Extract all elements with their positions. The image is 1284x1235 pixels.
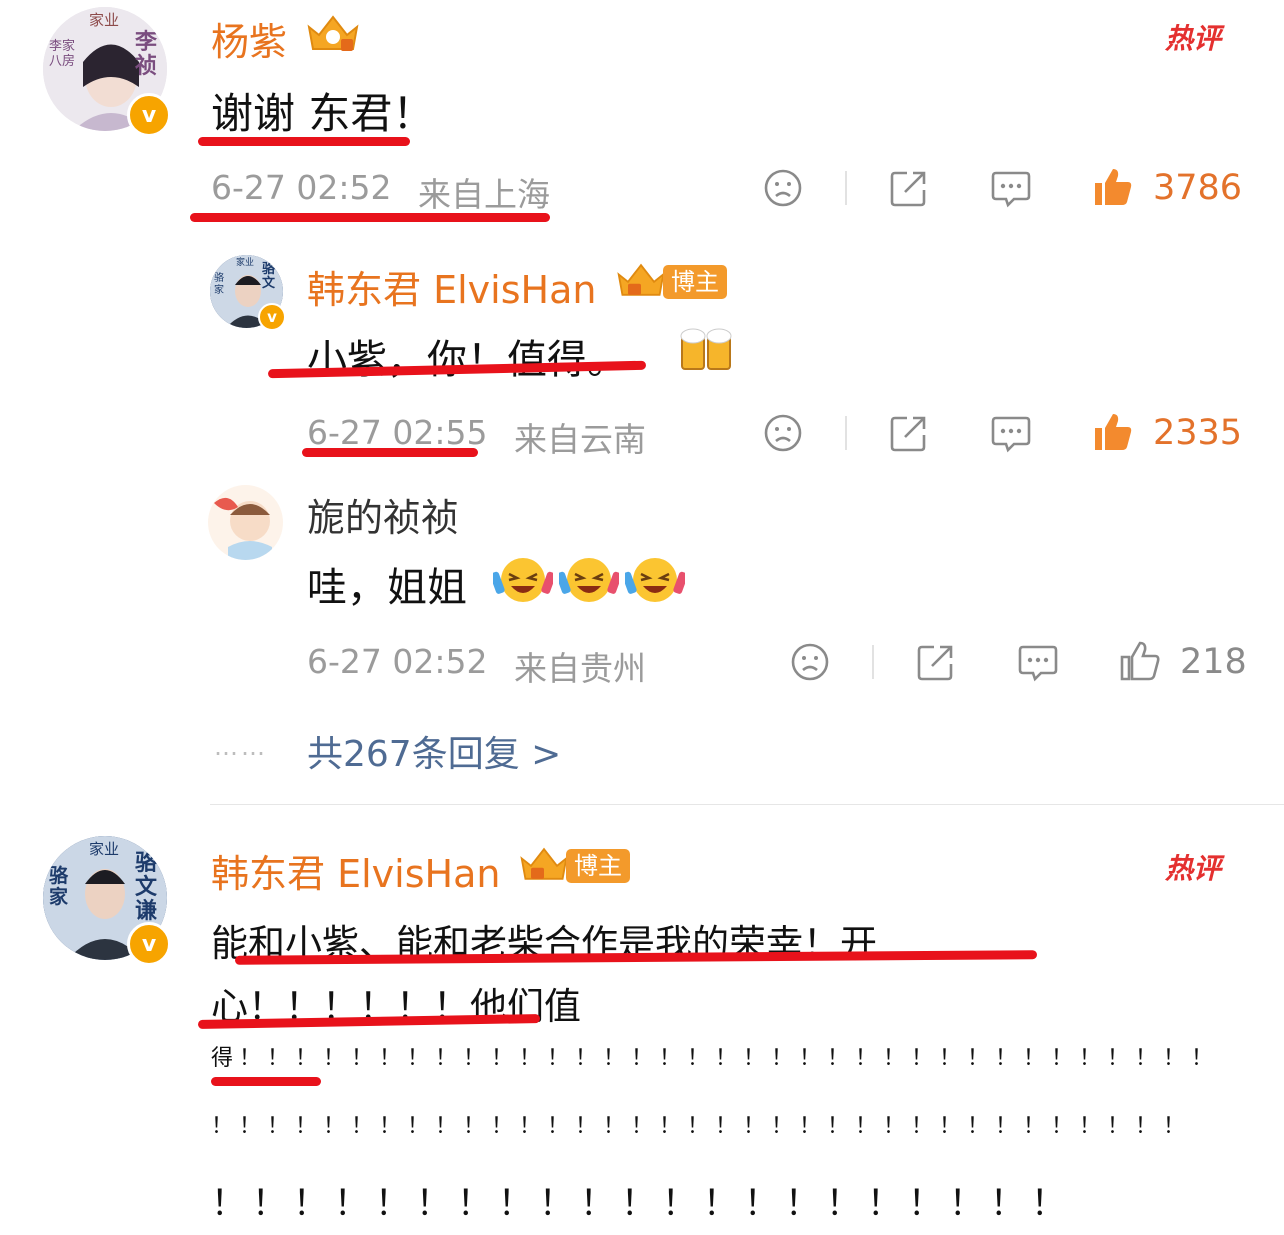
verified-badge-icon: v	[258, 303, 286, 331]
avatar[interactable]	[208, 485, 283, 560]
share-icon[interactable]	[916, 642, 956, 682]
share-icon[interactable]	[889, 168, 929, 208]
comment-icon[interactable]	[1017, 642, 1059, 684]
like-count: 2335	[1153, 413, 1243, 453]
comment-location: 来自上海	[418, 175, 550, 214]
highlight-underline	[190, 213, 550, 222]
laugh-cry-emoji	[559, 558, 619, 602]
username[interactable]: 韩东君 ElvisHan	[307, 259, 596, 314]
verified-badge-icon: v	[127, 922, 171, 966]
laugh-cry-emoji	[625, 558, 685, 602]
crown-icon	[520, 847, 568, 880]
reply-time: 6-27 02:52	[307, 642, 488, 681]
beer-emoji	[680, 328, 732, 370]
avatar-caption-3: 骆家	[214, 273, 224, 296]
highlight-underline	[211, 1077, 321, 1086]
comment-divider	[210, 804, 1284, 805]
hot-comment-label: 热评	[1165, 852, 1222, 885]
username[interactable]: 杨紫	[211, 11, 287, 66]
avatar-caption-2: 骆文	[262, 262, 276, 291]
dislike-icon[interactable]	[763, 168, 803, 208]
comment-icon[interactable]	[990, 168, 1032, 210]
avatar-caption-3: 李家八房	[49, 39, 76, 69]
blogger-badge: 博主	[566, 849, 630, 883]
more-dots: ……	[214, 733, 268, 761]
username[interactable]: 旎的祯祯	[307, 487, 459, 542]
comment-time: 6-27 02:52	[211, 168, 392, 207]
highlight-underline	[198, 137, 410, 146]
action-separator	[845, 171, 847, 205]
reply-text: 哇，姐姐	[307, 565, 467, 611]
avatar-image	[208, 485, 283, 560]
reply-location: 来自贵州	[514, 649, 646, 688]
like-count: 218	[1180, 642, 1247, 682]
share-icon[interactable]	[889, 413, 929, 453]
like-icon[interactable]	[1118, 639, 1162, 683]
like-icon[interactable]	[1091, 165, 1135, 209]
view-all-replies-link[interactable]: 共267条回复 >	[307, 725, 561, 777]
comment-text-line-4: ！！！！！！！！！！！！！！！！！！！！！！！！！！！！！！！！！！！	[211, 1114, 1192, 1139]
action-separator	[845, 416, 847, 450]
verified-badge-icon: v	[127, 93, 171, 137]
reply-location: 来自云南	[514, 420, 646, 459]
like-icon[interactable]	[1091, 410, 1135, 454]
action-separator	[872, 645, 874, 679]
avatar-caption-1: 家业	[89, 11, 120, 29]
avatar-caption-3: 骆家	[49, 865, 69, 908]
avatar-caption-2: 李祯	[135, 30, 158, 79]
like-count: 3786	[1153, 168, 1243, 208]
crown-icon	[617, 263, 665, 296]
laugh-cry-emoji	[493, 558, 553, 602]
dislike-icon[interactable]	[790, 642, 830, 682]
dislike-icon[interactable]	[763, 413, 803, 453]
comment-text-line-5: ！！！！！！！！！！！！！！！！！！！！！	[211, 1184, 1073, 1224]
comment-text: 谢谢 东君！	[211, 89, 435, 138]
avatar-caption-2: 骆文谦	[135, 851, 158, 924]
comment-text-line-3: 得！！！！！！！！！！！！！！！！！！！！！！！！！！！！！！！！！！！	[211, 1046, 1220, 1071]
username[interactable]: 韩东君 ElvisHan	[211, 843, 500, 898]
crown-icon	[307, 15, 359, 51]
avatar-caption-1: 家业	[89, 840, 120, 858]
hot-comment-label: 热评	[1165, 22, 1222, 55]
highlight-underline	[302, 448, 478, 457]
blogger-badge: 博主	[663, 265, 727, 299]
comment-icon[interactable]	[990, 413, 1032, 455]
reply-time: 6-27 02:55	[307, 413, 488, 452]
avatar-caption-1: 家业	[236, 258, 255, 268]
